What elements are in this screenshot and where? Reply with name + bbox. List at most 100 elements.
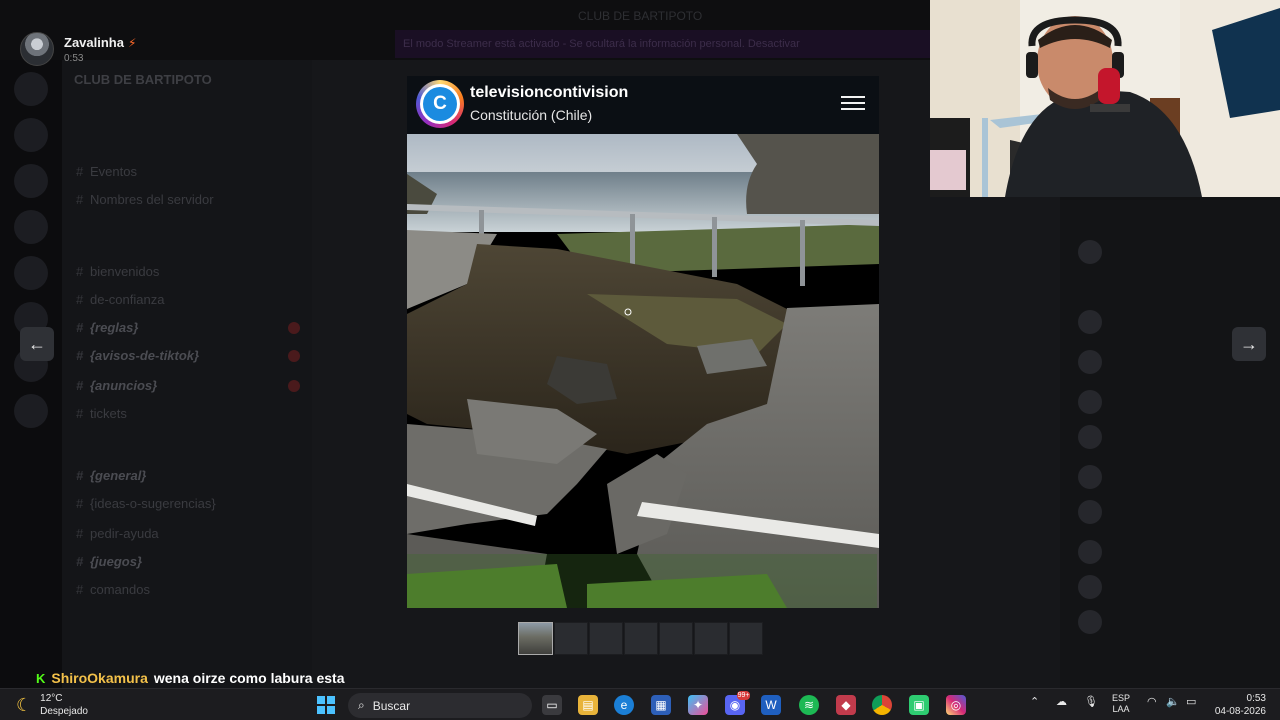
member-item[interactable]	[1078, 540, 1102, 564]
channel-item[interactable]: # Eventos	[76, 164, 137, 179]
spotify-icon[interactable]: ≋	[799, 695, 819, 715]
channel-item[interactable]: # de-confianza	[76, 292, 164, 307]
kick-icon: K	[36, 670, 46, 686]
server-icon[interactable]	[14, 256, 48, 290]
stream-chat-message: K ShiroOkamura wena oirze como labura es…	[36, 670, 345, 686]
weather-temp: 12°C	[40, 693, 63, 704]
streaming-app-icon[interactable]: ◆	[836, 695, 856, 715]
server-icon[interactable]	[14, 118, 48, 152]
viewer-user-header: Zavalinha ⚡ 0:53	[20, 32, 136, 66]
weather-widget[interactable]: ☾ 12°C Despejado	[16, 692, 88, 718]
server-icon[interactable]	[14, 210, 48, 244]
avatar	[1078, 575, 1102, 599]
windows-start-icon[interactable]	[316, 695, 336, 715]
thumbnail-item[interactable]	[518, 622, 553, 655]
post-header: C televisioncontivision Constitución (Ch…	[407, 76, 879, 134]
microphone-icon[interactable]: 🎙	[1084, 695, 1098, 708]
thumbnail-item[interactable]	[554, 622, 588, 655]
member-item[interactable]	[1078, 425, 1102, 449]
server-icon[interactable]	[14, 394, 48, 428]
top-bar: CLUB DE BARTIPOTO El modo Streamer está …	[0, 0, 930, 60]
channel-logo: C	[416, 80, 464, 128]
channel-item[interactable]: # tickets	[76, 406, 127, 421]
task-view-icon[interactable]: ▭	[542, 695, 562, 715]
keyboard-layout: LAA	[1112, 704, 1130, 714]
channel-item[interactable]: # {avisos-de-tiktok}	[76, 348, 199, 363]
server-icon[interactable]	[14, 72, 48, 106]
thumbnail-item[interactable]	[659, 622, 693, 655]
avatar	[1078, 465, 1102, 489]
avatar	[1078, 540, 1102, 564]
server-rail	[0, 60, 62, 688]
channel-list: CLUB DE BARTIPOTO # Eventos # Nombres del …	[62, 60, 312, 688]
member-item[interactable]	[1078, 575, 1102, 599]
post-timestamp: 0:53	[64, 52, 84, 64]
media-viewer-image[interactable]: C televisioncontivision Constitución (Ch…	[407, 76, 879, 608]
member-item[interactable]	[1078, 390, 1102, 414]
thumbnail-item[interactable]	[589, 622, 623, 655]
chrome-icon[interactable]	[872, 695, 892, 715]
channel-item[interactable]: # bienvenidos	[76, 264, 159, 279]
battery-icon[interactable]: ▭	[1186, 695, 1196, 708]
channel-item[interactable]: # Nombres del servidor	[76, 192, 214, 207]
thumbnail-item[interactable]	[729, 622, 763, 655]
next-button[interactable]: →	[1232, 327, 1266, 361]
webcam-overlay	[930, 0, 1280, 197]
server-icon[interactable]	[14, 164, 48, 198]
unread-badge	[288, 350, 300, 362]
chevron-up-icon[interactable]: ⌃	[1030, 695, 1039, 708]
avatar[interactable]	[20, 32, 54, 66]
channel-item[interactable]: # {ideas-o-sugerencias}	[76, 496, 216, 511]
streamer-mode-banner[interactable]: El modo Streamer está activado - Se ocul…	[395, 30, 930, 58]
channel-item[interactable]: # pedir-ayuda	[76, 526, 159, 541]
fire-icon: ⚡	[127, 35, 137, 50]
app-window: CLUB DE BARTIPOTO El modo Streamer está …	[0, 0, 1280, 688]
arrow-right-icon: →	[1240, 333, 1258, 354]
word-icon[interactable]: W	[761, 695, 781, 715]
post-location: Constitución (Chile)	[470, 107, 593, 123]
channel-item-selected[interactable]: # {general}	[76, 468, 146, 483]
avatar	[1078, 240, 1102, 264]
edge-icon[interactable]: e	[614, 695, 634, 715]
chat-message-text: wena oirze como labura esta	[153, 670, 345, 686]
channel-item[interactable]: # {juegos}	[76, 554, 142, 569]
file-explorer-icon[interactable]: ▤	[578, 695, 598, 715]
thumbnail-item[interactable]	[624, 622, 658, 655]
taskbar-search[interactable]: ⌕ Buscar	[348, 693, 532, 718]
member-item[interactable]	[1078, 350, 1102, 374]
landslide-photo	[407, 134, 879, 608]
previous-button[interactable]: ←	[20, 327, 54, 361]
thumbnail-item[interactable]	[694, 622, 728, 655]
store-icon[interactable]: ▦	[651, 695, 671, 715]
avatar	[1078, 390, 1102, 414]
channel-item[interactable]: # comandos	[76, 582, 150, 597]
cloud-icon[interactable]: ☁	[1056, 695, 1067, 708]
member-item[interactable]	[1078, 310, 1102, 334]
window-title: CLUB DE BARTIPOTO	[578, 9, 703, 23]
unread-badge	[288, 380, 300, 392]
search-label: Buscar	[372, 698, 411, 713]
avatar	[1078, 610, 1102, 634]
member-item[interactable]	[1078, 240, 1102, 264]
instagram-icon[interactable]: ◎	[946, 695, 966, 715]
member-item[interactable]	[1078, 500, 1102, 524]
server-name[interactable]: CLUB DE BARTIPOTO	[74, 72, 212, 87]
channel-item[interactable]: # {reglas}	[76, 320, 138, 335]
app-icon[interactable]: ▣	[909, 695, 929, 715]
channel-item[interactable]: # {anuncios}	[76, 378, 157, 393]
weather-desc: Despejado	[40, 706, 88, 717]
wifi-icon[interactable]: ◠	[1147, 695, 1157, 708]
chat-username: ShiroOkamura	[51, 670, 148, 686]
taskbar: ☾ 12°C Despejado ⌕ Buscar ▭ ▤ e ▦ ✦ ◉ 99…	[0, 688, 1280, 720]
copilot-icon[interactable]: ✦	[688, 695, 708, 715]
member-item[interactable]	[1078, 465, 1102, 489]
search-icon: ⌕	[358, 698, 365, 712]
clock[interactable]: 0:53 04-08-2026	[1215, 692, 1266, 718]
language-indicator[interactable]: ESP LAA	[1112, 693, 1130, 715]
member-item[interactable]	[1078, 610, 1102, 634]
volume-icon[interactable]: 🔈	[1166, 695, 1180, 708]
notification-badge: 99+	[737, 691, 750, 700]
avatar	[1078, 310, 1102, 334]
avatar	[1078, 425, 1102, 449]
thumbnail-strip	[518, 622, 763, 655]
